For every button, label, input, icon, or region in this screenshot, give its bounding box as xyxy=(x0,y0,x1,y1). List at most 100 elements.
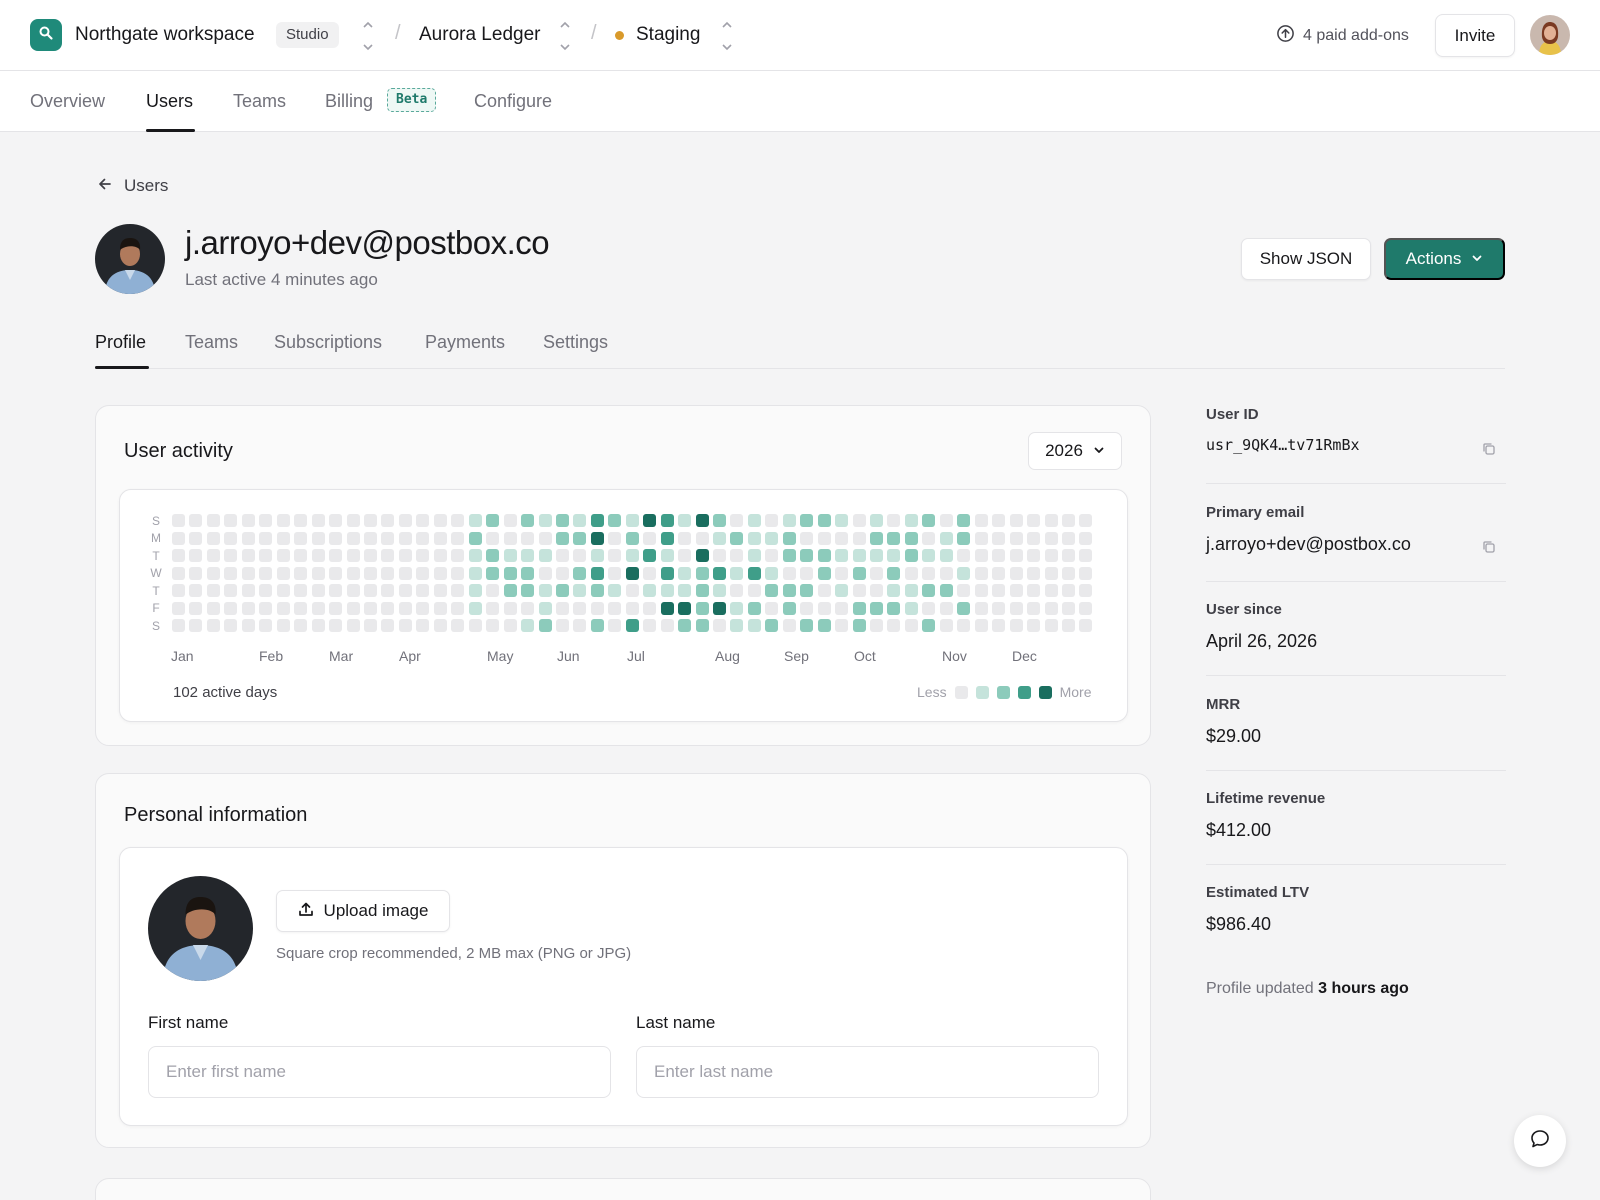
detail-divider xyxy=(1206,581,1506,582)
heatmap-day-cell xyxy=(712,584,726,597)
heatmap-day-cell xyxy=(172,619,185,632)
heatmap-day-cell xyxy=(206,514,220,527)
legend-swatch xyxy=(1038,685,1052,699)
heatmap-day-cell xyxy=(206,549,220,562)
heatmap-day-cell xyxy=(503,549,517,562)
tab-billing[interactable]: Billing xyxy=(325,91,373,112)
heatmap-day-cell xyxy=(538,601,552,615)
heatmap-day-cell xyxy=(311,514,325,527)
heatmap-day-cell xyxy=(887,619,901,632)
heatmap-day-cell xyxy=(416,549,430,562)
copy-icon[interactable] xyxy=(1482,540,1496,554)
heatmap-day-cell xyxy=(1009,584,1023,597)
tab-configure[interactable]: Configure xyxy=(474,91,552,112)
workspace-name[interactable]: Northgate workspace xyxy=(75,24,255,46)
subtab-profile[interactable]: Profile xyxy=(95,332,146,353)
heatmap-day-cell xyxy=(538,514,552,527)
copy-icon[interactable] xyxy=(1482,442,1496,456)
heatmap-day-cell xyxy=(573,514,587,527)
heatmap-day-cell xyxy=(625,619,639,632)
subtab-subscriptions[interactable]: Subscriptions xyxy=(274,332,382,353)
first-name-input[interactable] xyxy=(148,1046,611,1098)
heatmap-day-cell xyxy=(643,566,657,580)
heatmap-day-cell xyxy=(172,514,185,527)
heatmap-day-cell xyxy=(521,514,534,527)
heatmap-day-cell xyxy=(294,619,308,632)
account-avatar[interactable] xyxy=(1530,15,1570,55)
upload-image-button[interactable]: Upload image xyxy=(276,890,450,932)
tab-overview[interactable]: Overview xyxy=(30,91,105,112)
chat-support-button[interactable] xyxy=(1514,1115,1566,1167)
heatmap-day-cell xyxy=(276,531,290,545)
user-since-value: April 26, 2026 xyxy=(1206,631,1318,651)
heatmap-day-cell xyxy=(259,549,273,562)
subtab-settings[interactable]: Settings xyxy=(543,332,608,353)
chevron-down-icon xyxy=(1471,249,1483,269)
heatmap-day-cell xyxy=(381,514,395,527)
profile-updated-prefix: Profile updated xyxy=(1206,980,1314,997)
heatmap-day-cell xyxy=(1061,514,1075,527)
invite-button[interactable]: Invite xyxy=(1435,14,1515,57)
heatmap-day-cell xyxy=(555,619,569,632)
heatmap-day-cell xyxy=(712,514,726,527)
heatmap-day-cell xyxy=(555,549,569,562)
subtab-teams[interactable]: Teams xyxy=(185,332,238,353)
heatmap-day-cell xyxy=(852,601,866,615)
top-bar: Northgate workspace Studio / Aurora Ledg… xyxy=(0,0,1600,71)
heatmap-day-cell xyxy=(608,584,622,597)
day-label: T xyxy=(152,549,160,563)
last-active-text: Last active 4 minutes ago xyxy=(185,270,378,289)
heatmap-day-cell xyxy=(503,514,517,527)
last-name-input[interactable] xyxy=(636,1046,1099,1098)
user-id-label: User ID xyxy=(1206,406,1259,423)
day-label: M xyxy=(151,531,161,545)
heatmap-day-cell xyxy=(957,514,971,527)
project-name[interactable]: Aurora Ledger xyxy=(419,24,540,46)
heatmap-day-cell xyxy=(468,514,482,527)
day-label: F xyxy=(152,601,160,615)
month-label: Sep xyxy=(784,648,809,664)
heatmap-day-cell xyxy=(730,514,744,527)
workspace-logo[interactable] xyxy=(30,19,62,51)
workspace-switcher-icon[interactable] xyxy=(361,18,375,54)
heatmap-day-cell xyxy=(1009,566,1023,580)
heatmap-day-cell xyxy=(904,514,918,527)
heatmap-day-cell xyxy=(503,531,517,545)
active-subtab-indicator xyxy=(95,366,149,369)
heatmap-day-cell xyxy=(765,531,779,545)
estimated-ltv-value: $986.40 xyxy=(1206,914,1272,934)
heatmap-day-cell xyxy=(329,531,342,545)
profile-updated-text: Profile updated 3 hours ago xyxy=(1206,980,1409,998)
paid-addons-link[interactable]: 4 paid add-ons xyxy=(1276,24,1409,48)
back-to-users-link[interactable]: Users xyxy=(98,176,168,196)
tab-teams[interactable]: Teams xyxy=(233,91,286,112)
heatmap-day-cell xyxy=(1009,549,1023,562)
heatmap-day-cell xyxy=(259,584,273,597)
heatmap-day-cell xyxy=(747,584,761,597)
heatmap-day-cell xyxy=(381,601,395,615)
heatmap-day-cell xyxy=(712,601,726,615)
heatmap-day-cell xyxy=(730,601,744,615)
heatmap-day-cell xyxy=(521,619,534,632)
heatmap-day-cell xyxy=(189,549,203,562)
heatmap-day-cell xyxy=(817,531,831,545)
show-json-button[interactable]: Show JSON xyxy=(1241,238,1371,280)
user-id-detail: User ID usr_9QK4…tv71RmBx xyxy=(1206,406,1506,484)
environment-name[interactable]: Staging xyxy=(636,24,700,46)
actions-button[interactable]: Actions xyxy=(1384,238,1505,280)
heatmap-day-cell xyxy=(538,549,552,562)
heatmap-day-cell xyxy=(468,566,482,580)
heatmap-day-cell xyxy=(625,584,639,597)
subtab-payments[interactable]: Payments xyxy=(425,332,505,353)
environment-switcher-icon[interactable] xyxy=(720,18,734,54)
heatmap-day-cell xyxy=(887,584,901,597)
tab-users[interactable]: Users xyxy=(146,91,193,112)
heatmap-day-cell xyxy=(625,531,639,545)
last-name-label: Last name xyxy=(636,1013,716,1032)
heatmap-day-cell xyxy=(224,619,238,632)
year-select[interactable]: 2026 xyxy=(1028,432,1122,470)
detail-divider xyxy=(1206,864,1506,865)
legend-more-label: More xyxy=(1059,684,1092,700)
heatmap-day-cell xyxy=(852,566,866,580)
project-switcher-icon[interactable] xyxy=(558,18,572,54)
